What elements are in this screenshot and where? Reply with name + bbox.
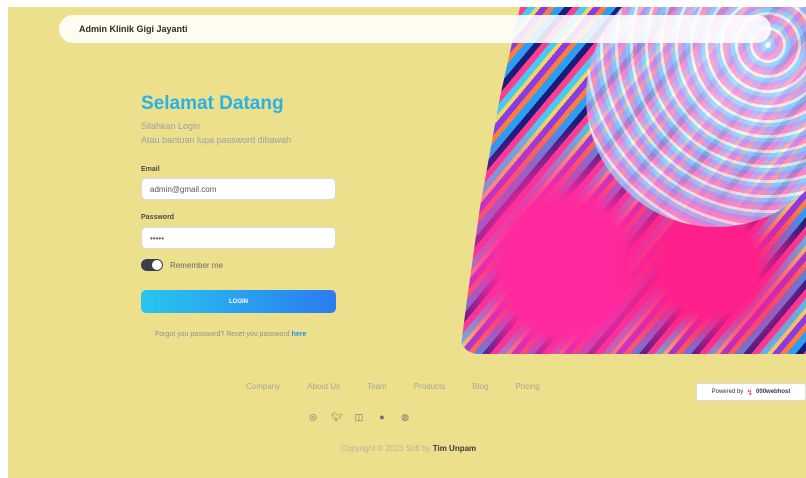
- login-page: Admin Klinik Gigi Jayanti Selamat Datang…: [8, 7, 806, 478]
- copyright-author-link[interactable]: Tim Unpam: [433, 444, 476, 453]
- login-subtitle: Silahkan Login: [141, 121, 201, 131]
- github-icon[interactable]: ◍: [400, 412, 410, 422]
- social-links: ◎ 🐦︎ ◫ ● ◍: [308, 412, 410, 422]
- login-help-text: Atau bantuan lupa password dibawah: [141, 135, 292, 145]
- instagram-icon[interactable]: ◫: [354, 412, 364, 422]
- forgot-password-text: Forgot you password? Reset you password …: [155, 331, 306, 338]
- login-button[interactable]: LOGIN: [141, 290, 336, 313]
- footer-link-pricing[interactable]: Pricing: [515, 382, 539, 391]
- top-navbar: Admin Klinik Gigi Jayanti: [59, 15, 771, 43]
- copyright: Copyright © 2023 Soft by Tim Unpam: [341, 444, 476, 453]
- dribbble-icon[interactable]: ◎: [308, 412, 318, 422]
- email-field[interactable]: admin@gmail.com: [141, 178, 336, 200]
- twitter-icon[interactable]: 🐦︎: [331, 412, 342, 422]
- reset-password-link[interactable]: here: [292, 331, 307, 338]
- webhost-name: 000webhost: [756, 389, 791, 395]
- powered-by-label: Powered by: [711, 389, 744, 395]
- pinterest-icon[interactable]: ●: [377, 412, 387, 422]
- toggle-knob: [152, 260, 162, 270]
- password-label: Password: [141, 214, 175, 221]
- remember-me-label: Remember me: [170, 261, 223, 270]
- footer-nav: Company About Us Team Products Blog Pric…: [246, 382, 567, 391]
- welcome-title: Selamat Datang: [141, 93, 284, 114]
- hero-artwork: [460, 7, 806, 354]
- brand-link[interactable]: Admin Klinik Gigi Jayanti: [79, 24, 188, 34]
- forgot-password-prefix: Forgot you password? Reset you password: [155, 331, 290, 338]
- email-label: Email: [141, 166, 160, 173]
- footer-link-blog[interactable]: Blog: [472, 382, 488, 391]
- remember-me-toggle[interactable]: [141, 259, 163, 271]
- copyright-text: Copyright © 2023 Soft by: [341, 444, 431, 453]
- footer-link-about-us[interactable]: About Us: [307, 382, 340, 391]
- footer-link-company[interactable]: Company: [246, 382, 280, 391]
- password-field[interactable]: •••••: [141, 227, 336, 249]
- webhost-logo-icon: ↯: [746, 387, 754, 397]
- footer-link-team[interactable]: Team: [367, 382, 387, 391]
- powered-by-badge[interactable]: Powered by ↯ 000webhost: [696, 383, 806, 401]
- footer-link-products[interactable]: Products: [414, 382, 446, 391]
